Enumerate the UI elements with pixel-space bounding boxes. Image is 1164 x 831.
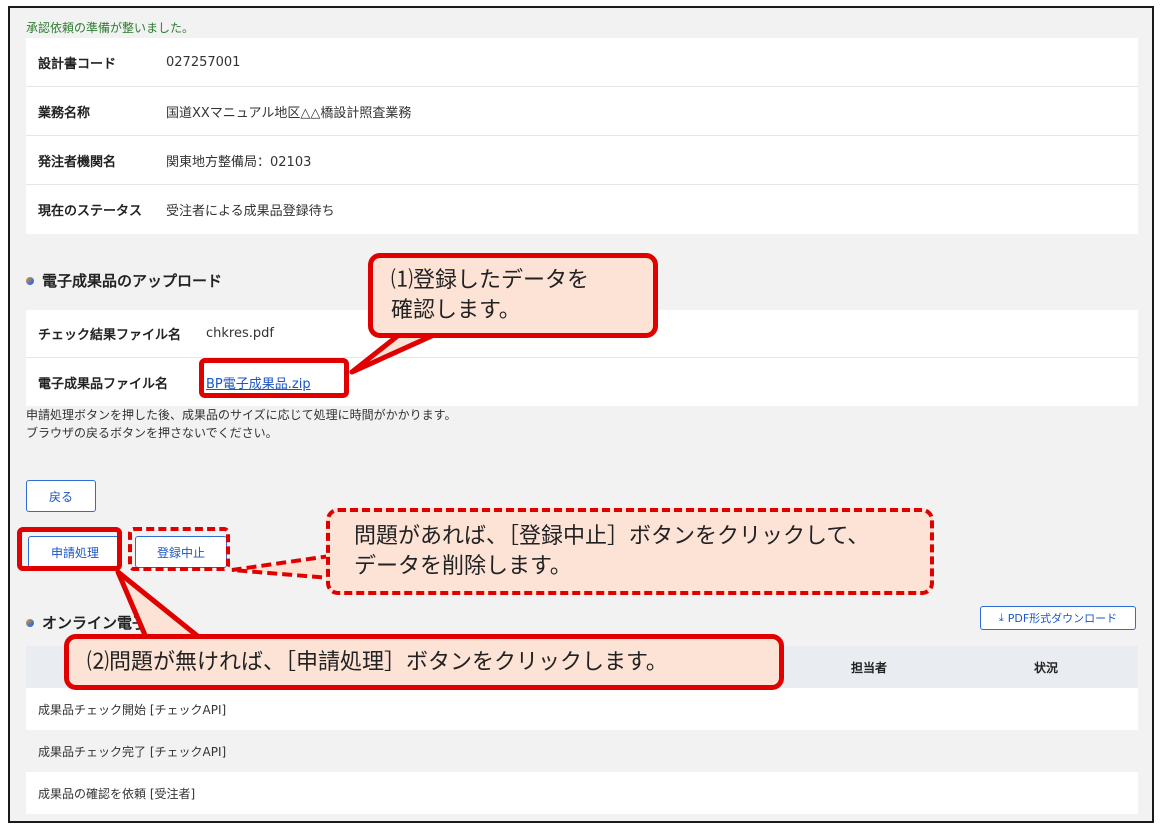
history-col-person: 担当者	[850, 660, 887, 675]
online-section-title: オンライン電子	[26, 612, 147, 633]
table-row: 成果品の確認を依頼 [受注者]	[26, 772, 1138, 814]
pdf-download-button[interactable]: ⤓ PDF形式ダウンロード	[980, 606, 1136, 630]
main-frame: 承認依頼の準備が整いました。 設計書コード 027257001 業務名称 国道X…	[8, 6, 1154, 823]
callout-cancel-instructions: 問題があれば、［登録中止］ボタンをクリックして、 データを削除します。	[326, 508, 934, 595]
callout-2-line-1: 問題があれば、［登録中止］ボタンをクリックして、	[354, 524, 870, 549]
check-file-value: chkres.pdf	[206, 326, 274, 341]
check-file-label: チェック結果ファイル名	[38, 328, 182, 343]
info-label: 業務名称	[38, 105, 91, 121]
callout-1-line-1: ⑴登録したデータを	[391, 268, 590, 293]
info-value: 受注者による成果品登録待ち	[166, 204, 335, 219]
notice-line-1: 申請処理ボタンを押した後、成果品のサイズに応じて処理に時間がかかります。	[26, 408, 457, 422]
pdf-download-label: PDF形式ダウンロード	[1007, 612, 1118, 625]
info-row-status: 現在のステータス 受注者による成果品登録待ち	[26, 185, 1138, 234]
info-row-name: 業務名称 国道XXマニュアル地区△△橋設計照査業務	[26, 87, 1138, 136]
notice-line-2: ブラウザの戻るボタンを押さないでください。	[26, 426, 278, 440]
section-bullet-icon	[26, 276, 34, 285]
highlight-product-file	[199, 358, 349, 398]
info-value: 027257001	[166, 54, 241, 70]
callout-3-text: ⑵問題が無ければ、［申請処理］ボタンをクリックします。	[87, 650, 668, 675]
info-label: 設計書コード	[38, 56, 117, 72]
info-row-code: 設計書コード 027257001	[26, 38, 1138, 87]
callout-1-line-2: 確認します。	[391, 298, 521, 323]
info-value: 関東地方整備局：02103	[166, 154, 312, 170]
processing-notice: 申請処理ボタンを押した後、成果品のサイズに応じて処理に時間がかかります。 ブラウ…	[26, 406, 456, 442]
callout-2-line-2: データを削除します。	[354, 554, 572, 579]
callout-apply-instructions: ⑵問題が無ければ、［申請処理］ボタンをクリックします。	[64, 634, 784, 690]
upload-section-title-text: 電子成果品のアップロード	[42, 272, 223, 290]
online-section-title-text: オンライン電子	[42, 614, 148, 632]
product-file-label: 電子成果品ファイル名	[38, 376, 169, 392]
history-col-status: 状況	[1033, 660, 1058, 675]
callout-verify-data: ⑴登録したデータを 確認します。	[368, 253, 658, 338]
table-row: 成果品チェック開始 [チェックAPI]	[26, 688, 1138, 730]
info-label: 現在のステータス	[38, 204, 143, 219]
highlight-apply-button	[17, 527, 122, 571]
info-label: 発注者機関名	[38, 154, 117, 170]
info-table: 設計書コード 027257001 業務名称 国道XXマニュアル地区△△橋設計照査…	[26, 38, 1138, 234]
info-value: 国道XXマニュアル地区△△橋設計照査業務	[166, 105, 412, 121]
back-button[interactable]: 戻る	[26, 480, 96, 512]
upload-section-title: 電子成果品のアップロード	[26, 270, 222, 291]
download-icon: ⤓	[998, 611, 1004, 624]
highlight-cancel-button	[128, 527, 230, 571]
section-bullet-icon	[26, 618, 34, 627]
ready-message: 承認依頼の準備が整いました。	[26, 21, 195, 35]
info-row-orderer: 発注者機関名 関東地方整備局：02103	[26, 136, 1138, 185]
product-file-row: 電子成果品ファイル名 BP電子成果品.zip	[26, 358, 1138, 406]
table-row: 成果品チェック完了 [チェックAPI]	[26, 730, 1138, 772]
